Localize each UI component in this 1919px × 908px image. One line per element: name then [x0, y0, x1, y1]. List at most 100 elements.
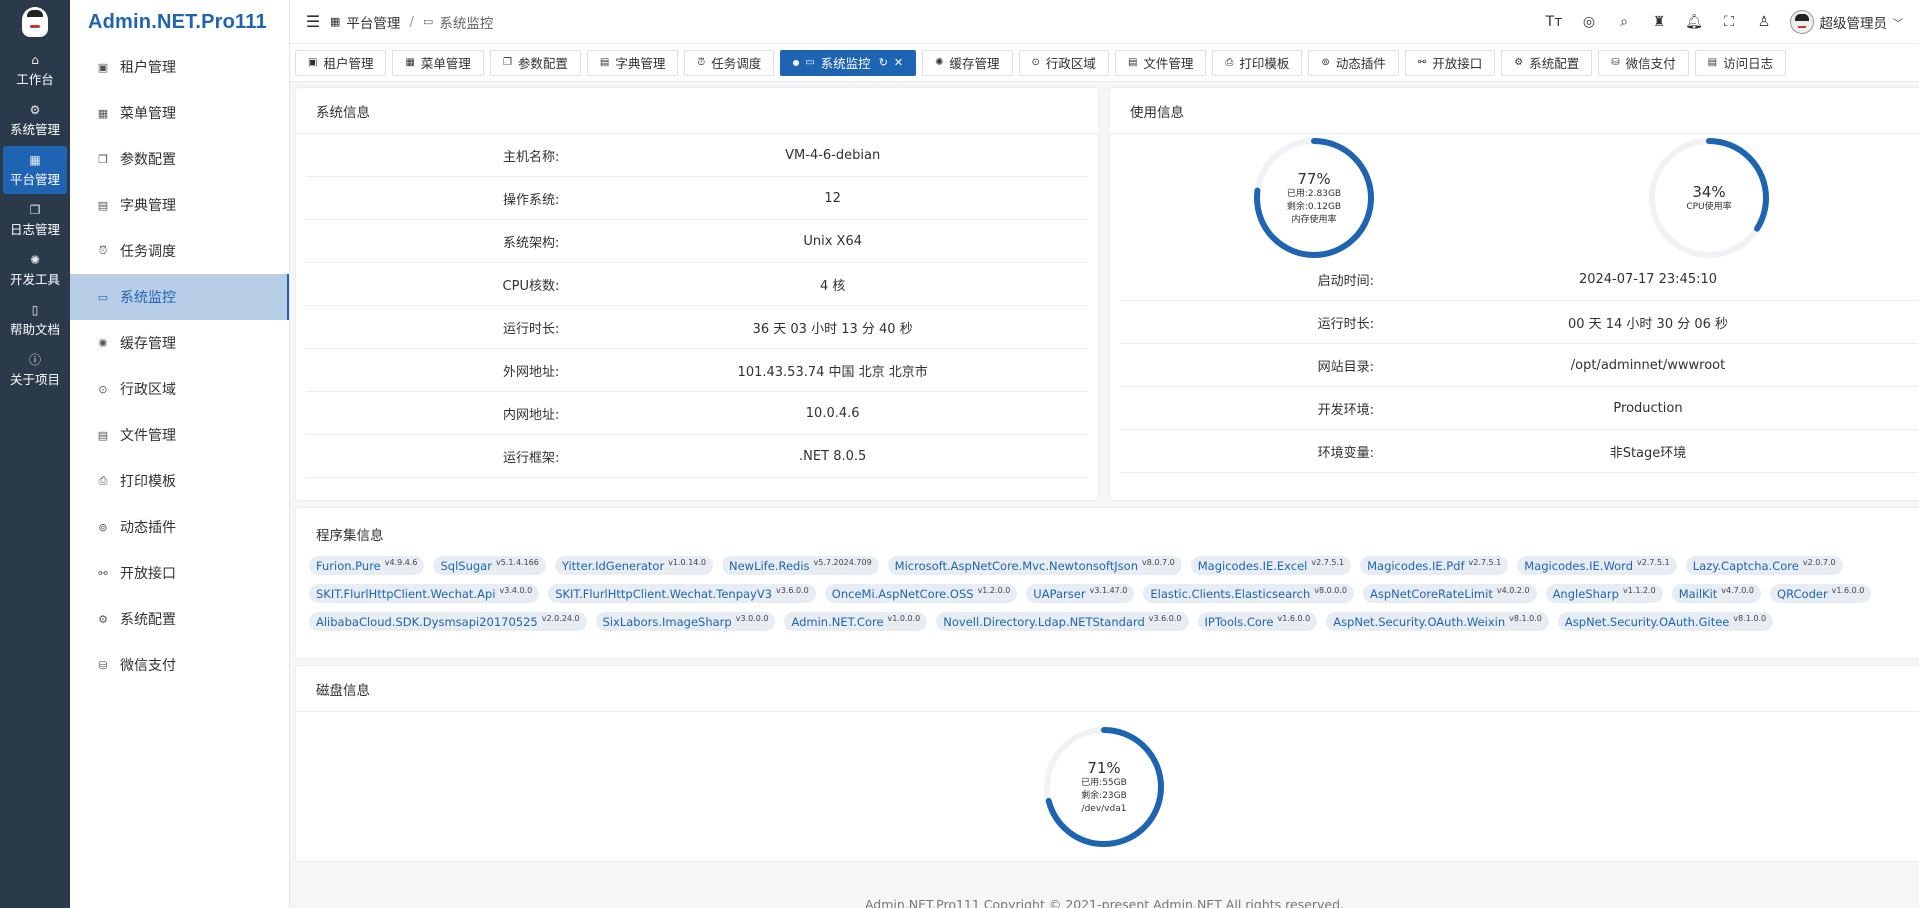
info-value: Production [1613, 400, 1683, 416]
location-icon: ⊙ [1031, 57, 1040, 68]
tab-2[interactable]: ❐ 参数配置 [489, 49, 581, 76]
dictionary-icon: ▤ [97, 198, 109, 212]
config-icon: ❐ [502, 57, 512, 68]
coin-icon: ⛁ [98, 658, 108, 672]
sidebar-item-12[interactable]: ⚙ 系统配置 [70, 596, 289, 642]
gear-icon: ⚙ [29, 102, 41, 117]
sidebar-item-0[interactable]: ▣ 租户管理 [70, 44, 289, 90]
assembly-tag: AspNet.Security.OAuth.Weixin v8.1.0.0 [1326, 612, 1549, 631]
sidebar-item-2[interactable]: ❐ 参数配置 [70, 136, 289, 182]
sidebar-item-13[interactable]: ⛁ 微信支付 [70, 642, 289, 688]
tab-4[interactable]: ⏰︎ 任务调度 [684, 49, 775, 76]
tabs-bar: ▣ 租户管理 ▦ 菜单管理 ❐ 参数配置 ▤ 字典管理 ⏰︎ 任务调度 ▭ 系统监控 ↻ ✕ ✺ 缓存管理 ⊙ 行… [290, 44, 1919, 82]
fullscreen-icon[interactable]: ⛶ [1712, 14, 1747, 30]
user-dropdown[interactable]: 超级管理员 ﹀ [1789, 10, 1903, 34]
tab-label: 开放接口 [1432, 56, 1483, 71]
refresh-icon[interactable]: ↻ [879, 56, 888, 69]
memory-label: 内存使用率 [1291, 214, 1337, 225]
memory-free: 剩余:0.12GB [1286, 201, 1342, 212]
sidebar-item-7[interactable]: ⊙ 行政区域 [70, 366, 289, 412]
collapse-menu-icon[interactable]: ☰ [296, 12, 330, 31]
tab-5[interactable]: ▭ 系统监控 ↻ ✕ [780, 49, 917, 76]
tab-10[interactable]: ⊚ 动态插件 [1308, 49, 1399, 76]
tab-11[interactable]: ⚯ 开放接口 [1404, 49, 1496, 76]
assembly-name: Elastic.Clients.Elasticsearch [1150, 586, 1311, 601]
sidebar-item-9[interactable]: ⎙ 打印模板 [70, 458, 289, 504]
usage-info-title: 使用信息 [1110, 88, 1919, 134]
sidebar-item-5[interactable]: ▭ 系统监控 [70, 274, 289, 320]
rail-item-0[interactable]: ⌂ 工作台 [3, 46, 67, 94]
brand-title: Admin.NET.Pro111 [88, 10, 267, 33]
assembly-version: v2.7.5.1 [1637, 558, 1670, 567]
close-icon[interactable]: ✕ [894, 56, 903, 69]
tab-9[interactable]: ⎙ 打印模板 [1212, 49, 1303, 76]
info-key: 外网地址: [502, 364, 560, 380]
info-value: VM-4-6-debian [785, 147, 881, 163]
sidebar-item-11[interactable]: ⚯ 开放接口 [70, 550, 289, 596]
file-icon: ▤ [1127, 57, 1138, 68]
tab-label: 行政区域 [1045, 56, 1096, 71]
file-icon: ▤ [97, 428, 109, 442]
disk-free: 剩余:23GB [1081, 790, 1127, 801]
rail-item-label: 系统管理 [9, 121, 60, 137]
sidebar-item-4[interactable]: ⏰︎ 任务调度 [70, 228, 289, 274]
assembly-tag: AspNetCoreRateLimit v4.0.2.0 [1362, 584, 1537, 603]
rail-item-2[interactable]: ▦ 平台管理 [3, 146, 67, 194]
info-key: CPU核数: [502, 278, 560, 294]
user-icon[interactable]: ♙ [1747, 14, 1782, 30]
sidebar-item-1[interactable]: ▦ 菜单管理 [70, 90, 289, 136]
user-name: 超级管理员 [1819, 16, 1888, 32]
book-icon: ▯ [31, 302, 39, 317]
rail-item-6[interactable]: ⓘ 关于项目 [3, 346, 67, 394]
assembly-version: v1.1.2.0 [1622, 586, 1656, 595]
tab-8[interactable]: ▤ 文件管理 [1114, 49, 1207, 76]
rail-item-4[interactable]: ✺ 开发工具 [3, 246, 67, 294]
breadcrumb-separator: / [409, 13, 414, 30]
info-value: Unix X64 [803, 233, 862, 249]
loading-icon: ✺ [98, 336, 108, 350]
language-icon[interactable]: ◎ [1572, 14, 1607, 30]
doc-icon: ▤ [1707, 57, 1718, 68]
assembly-tag: Elastic.Clients.Elasticsearch v8.0.0.0 [1143, 584, 1354, 603]
bell-icon[interactable]: 🔔︎ [1677, 14, 1712, 30]
assembly-name: AspNetCoreRateLimit [1369, 586, 1493, 601]
loading-icon: ✺ [29, 252, 41, 267]
search-icon[interactable]: ⌕ [1607, 14, 1642, 30]
top-header: ☰ ▦ 平台管理 / ▭ 系统监控 Tᴛ ◎ ⌕ ♜ 🔔︎ ⛶ ♙ 超级管理员 … [290, 0, 1919, 44]
sidebar-item-label: 动态插件 [120, 520, 176, 536]
info-row: 系统架构: Unix X64 [306, 220, 1088, 263]
theme-skin-icon[interactable]: ♜ [1642, 14, 1677, 30]
sidebar-item-label: 菜单管理 [120, 106, 176, 122]
sidebar-item-10[interactable]: ⊚ 动态插件 [70, 504, 289, 550]
rail-item-3[interactable]: ❐ 日志管理 [3, 196, 67, 244]
assembly-name: Furion.Pure [316, 558, 381, 573]
rail-item-5[interactable]: ▯ 帮助文档 [3, 296, 67, 344]
breadcrumb-item-platform[interactable]: 平台管理 [346, 12, 400, 32]
sidebar-item-3[interactable]: ▤ 字典管理 [70, 182, 289, 228]
tab-3[interactable]: ▤ 字典管理 [586, 49, 679, 76]
monitor-icon: ▭ [422, 15, 434, 28]
assembly-version: v8.0.7.0 [1142, 558, 1175, 567]
info-row: 环境变量: 非Stage环境 [1120, 430, 1918, 473]
sidebar-item-6[interactable]: ✺ 缓存管理 [70, 320, 289, 366]
tab-7[interactable]: ⊙ 行政区域 [1018, 49, 1109, 76]
assembly-version: v4.9.4.6 [384, 558, 418, 567]
tab-6[interactable]: ✺ 缓存管理 [922, 49, 1013, 76]
info-row: 内网地址: 10.0.4.6 [306, 392, 1088, 435]
tab-label: 任务调度 [711, 56, 762, 71]
tab-13[interactable]: ⛁ 微信支付 [1598, 49, 1689, 76]
assembly-version: v1.6.0.0 [1831, 586, 1865, 595]
assembly-name: MailKit [1678, 586, 1718, 601]
assembly-version: v3.6.0.0 [776, 586, 809, 595]
info-key: 操作系统: [502, 192, 560, 208]
tab-12[interactable]: ⚙ 系统配置 [1501, 49, 1593, 76]
plugin-icon: ⊚ [1321, 57, 1330, 68]
info-row: 操作系统: 12 [306, 177, 1088, 220]
tab-1[interactable]: ▦ 菜单管理 [392, 49, 484, 76]
rail-item-1[interactable]: ⚙ 系统管理 [3, 96, 67, 144]
tab-14[interactable]: ▤ 访问日志 [1694, 49, 1787, 76]
sidebar-item-8[interactable]: ▤ 文件管理 [70, 412, 289, 458]
tenant-icon: ▣ [308, 57, 318, 68]
tab-0[interactable]: ▣ 租户管理 [295, 49, 387, 76]
font-size-icon[interactable]: Tᴛ [1537, 14, 1572, 30]
